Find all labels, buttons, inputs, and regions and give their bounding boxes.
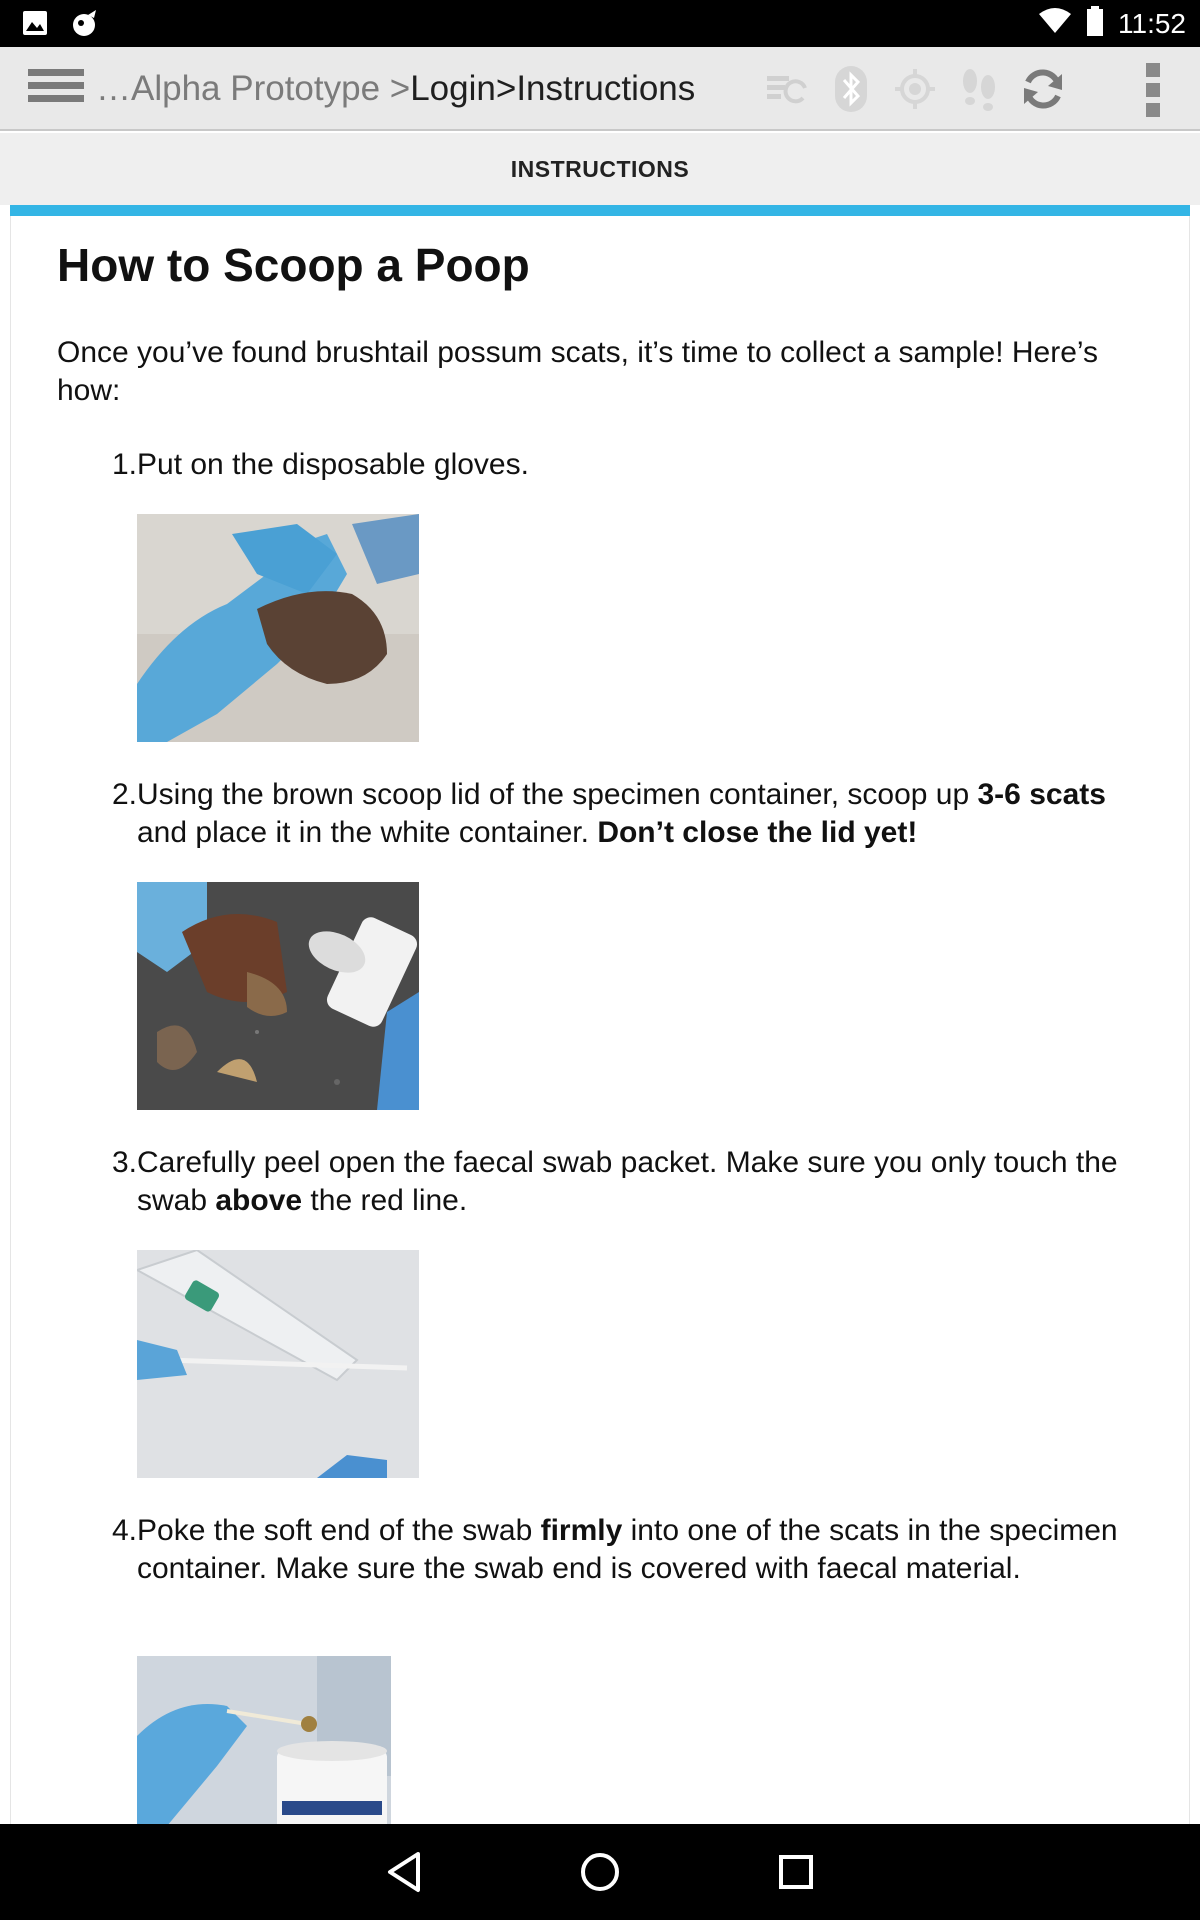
sync-queue-icon[interactable] <box>755 57 819 121</box>
step-number: 2. <box>111 778 137 811</box>
tab-instructions[interactable]: INSTRUCTIONS <box>10 133 1190 205</box>
step-emphasis: Don’t close the lid yet! <box>597 816 918 849</box>
step-emphasis: firmly <box>540 1514 623 1547</box>
step-text-segment: and place it in the white container. <box>137 816 598 849</box>
app-notification-icon <box>70 8 100 43</box>
wifi-icon <box>1038 8 1072 39</box>
intro-text: Once you’ve found brushtail possum scats… <box>57 336 1099 407</box>
navigation-bar <box>0 1824 1200 1920</box>
gloves-photo <box>137 514 419 742</box>
step-text-segment: the red line. <box>302 1184 468 1217</box>
step-number: 1. <box>111 448 137 481</box>
step-emphasis: 3-6 scats <box>977 778 1106 811</box>
back-icon[interactable] <box>374 1842 434 1902</box>
step-text: Using the brown scoop lid of the specime… <box>137 776 1137 852</box>
instructions-content[interactable]: How to Scoop a Poop Once you’ve found br… <box>10 216 1190 1824</box>
recents-icon[interactable] <box>766 1842 826 1902</box>
footsteps-icon[interactable] <box>947 57 1011 121</box>
refresh-icon[interactable] <box>1011 57 1075 121</box>
breadcrumb-separator: > <box>495 69 517 108</box>
scoop-photo <box>137 882 419 1110</box>
breadcrumb-login[interactable]: Login <box>410 69 496 109</box>
breadcrumb-prefix[interactable]: …Alpha Prototype > <box>96 69 410 109</box>
step-text: Carefully peel open the faecal swab pack… <box>137 1144 1137 1220</box>
breadcrumb-current: Instructions <box>516 69 696 108</box>
tab-strip: INSTRUCTIONS <box>0 133 1200 216</box>
step-number: 4. <box>111 1514 137 1547</box>
page-title: How to Scoop a Poop <box>57 239 530 291</box>
step-number: 3. <box>111 1146 137 1179</box>
image-notification-icon <box>22 10 48 41</box>
step-text: Poke the soft end of the swab firmly int… <box>137 1512 1137 1588</box>
step-text-segment: Poke the soft end of the swab <box>137 1514 541 1547</box>
swab-in-container-photo <box>137 1656 391 1824</box>
gps-icon[interactable] <box>883 57 947 121</box>
home-icon[interactable] <box>570 1842 630 1902</box>
action-bar: …Alpha Prototype > Login > Instructions <box>0 47 1200 131</box>
status-bar: 11:52 <box>0 0 1200 47</box>
step-text-segment: Using the brown scoop lid of the specime… <box>137 778 978 811</box>
step-text: Put on the disposable gloves. <box>137 446 1137 484</box>
bluetooth-icon[interactable] <box>819 57 883 121</box>
step-emphasis: above <box>215 1184 303 1217</box>
overflow-menu-icon[interactable] <box>1140 63 1166 117</box>
swab-photo <box>137 1250 419 1478</box>
status-time: 11:52 <box>1118 7 1186 39</box>
tab-indicator <box>10 205 1190 216</box>
breadcrumb: …Alpha Prototype > Login > Instructions <box>96 47 695 131</box>
step-text-segment: Put on the disposable gloves. <box>137 448 529 481</box>
menu-icon[interactable] <box>28 69 84 111</box>
battery-icon <box>1086 6 1104 41</box>
